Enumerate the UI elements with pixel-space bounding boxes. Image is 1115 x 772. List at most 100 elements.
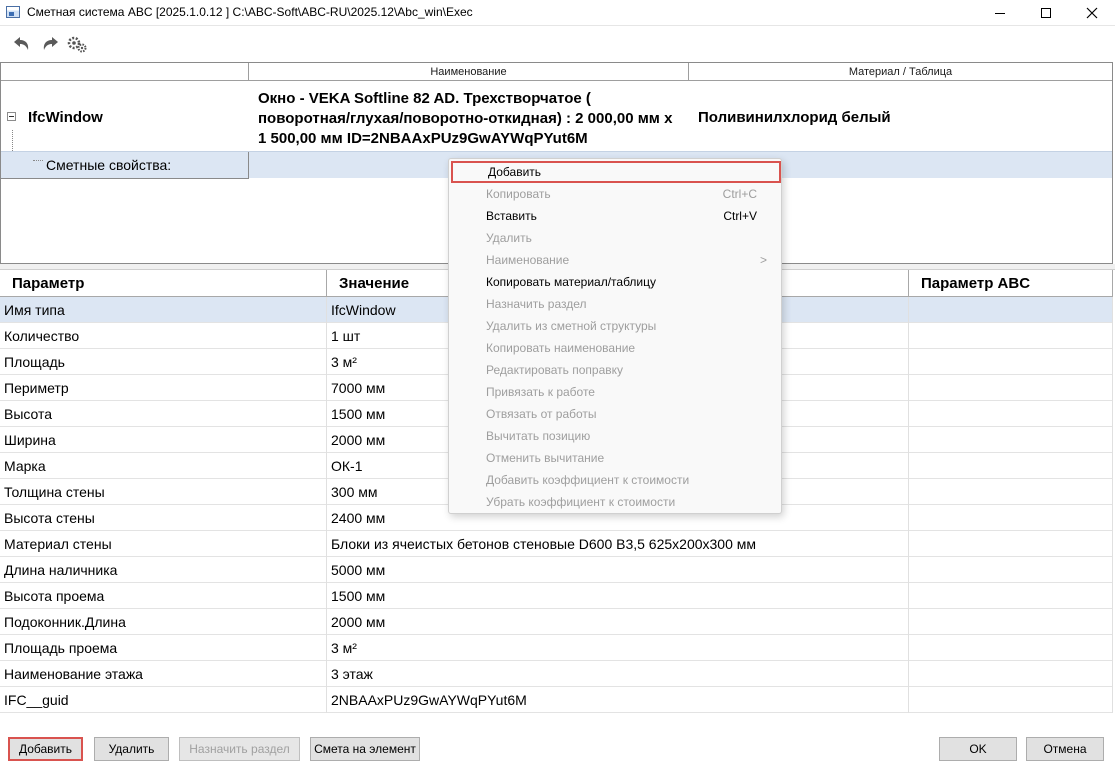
context-menu-item[interactable]: Вычитать позицию — [449, 425, 781, 447]
tree-child-label: Сметные свойства: — [46, 157, 172, 173]
undo-icon — [14, 37, 29, 50]
parameter-name-cell[interactable]: Площадь проема — [0, 635, 327, 661]
parameter-abc-cell[interactable] — [909, 661, 1113, 687]
ok-button[interactable]: OK — [939, 737, 1017, 761]
tree-cell: Сметные свойства: — [1, 152, 249, 179]
toolbar — [0, 27, 1115, 61]
parameter-name-cell[interactable]: Длина наличника — [0, 557, 327, 583]
parameter-abc-cell[interactable] — [909, 349, 1113, 375]
parameter-name-cell[interactable]: Материал стены — [0, 531, 327, 557]
parameter-name-cell[interactable]: Ширина — [0, 427, 327, 453]
parameter-abc-cell[interactable] — [909, 323, 1113, 349]
parameter-name-cell[interactable]: Имя типа — [0, 297, 327, 323]
context-menu-item[interactable]: Убрать коэффициент к стоимости — [449, 491, 781, 513]
parameter-abc-cell[interactable] — [909, 375, 1113, 401]
minimize-button[interactable] — [977, 0, 1023, 26]
parameter-name-cell[interactable]: Высота стены — [0, 505, 327, 531]
parameter-abc-cell[interactable] — [909, 453, 1113, 479]
parameter-abc-cell[interactable] — [909, 479, 1113, 505]
window-title: Сметная система ABC [2025.1.0.12 ] C:\AB… — [27, 5, 473, 19]
parameter-name-cell[interactable]: Наименование этажа — [0, 661, 327, 687]
parameter-name-cell[interactable]: Количество — [0, 323, 327, 349]
parameter-name-cell[interactable]: Толщина стены — [0, 479, 327, 505]
parameter-value-cell[interactable]: 3 м² — [327, 635, 909, 661]
context-menu-item-label: Копировать материал/таблицу — [486, 275, 656, 289]
close-icon — [1086, 7, 1098, 19]
context-menu-item[interactable]: Удалить из сметной структуры — [449, 315, 781, 337]
parameter-row[interactable]: Материал стены Блоки из ячеистых бетонов … — [0, 531, 1113, 557]
cancel-button[interactable]: Отмена — [1026, 737, 1104, 761]
context-menu-item[interactable]: Вставить Ctrl+V — [449, 205, 781, 227]
parameter-abc-cell[interactable] — [909, 505, 1113, 531]
context-menu-item[interactable]: Отменить вычитание — [449, 447, 781, 469]
context-menu-shortcut: Ctrl+C — [722, 187, 757, 201]
maximize-button[interactable] — [1023, 0, 1069, 26]
parameter-abc-cell[interactable] — [909, 557, 1113, 583]
add-button[interactable]: Добавить — [8, 737, 83, 761]
redo-button[interactable] — [40, 33, 62, 55]
context-menu-item[interactable]: Наименование > — [449, 249, 781, 271]
parameter-name-cell[interactable]: Подоконник.Длина — [0, 609, 327, 635]
parameter-row[interactable]: Площадь проема 3 м² — [0, 635, 1113, 661]
estimate-element-button[interactable]: Смета на элемент — [310, 737, 420, 761]
parameter-row[interactable]: Подоконник.Длина 2000 мм — [0, 609, 1113, 635]
context-menu-item[interactable]: Добавить — [451, 161, 781, 183]
minimize-icon — [995, 12, 1005, 14]
undo-button[interactable] — [10, 33, 32, 55]
parameter-name-cell[interactable]: Периметр — [0, 375, 327, 401]
parameter-value-cell[interactable]: 1500 мм — [327, 583, 909, 609]
parameter-abc-cell[interactable] — [909, 583, 1113, 609]
parameter-value-cell[interactable]: 2NBAAxPUz9GwAYWqPYut6M — [327, 687, 909, 713]
parameter-row[interactable]: IFC__guid 2NBAAxPUz9GwAYWqPYut6M — [0, 687, 1113, 713]
context-menu-item[interactable]: Добавить коэффициент к стоимости — [449, 469, 781, 491]
parameter-name-cell[interactable]: Площадь — [0, 349, 327, 375]
column-header-abc[interactable]: Параметр ABC — [909, 270, 1113, 297]
tree-header-material[interactable]: Материал / Таблица — [689, 63, 1112, 81]
parameter-abc-cell[interactable] — [909, 531, 1113, 557]
context-menu-item[interactable]: Копировать Ctrl+C — [449, 183, 781, 205]
delete-button[interactable]: Удалить — [94, 737, 169, 761]
parameter-abc-cell[interactable] — [909, 687, 1113, 713]
context-menu-shortcut: Ctrl+V — [723, 209, 757, 223]
parameter-abc-cell[interactable] — [909, 427, 1113, 453]
assign-section-button[interactable]: Назначить раздел — [179, 737, 300, 761]
app-icon — [6, 6, 20, 18]
context-menu-item-label: Копировать — [486, 187, 551, 201]
column-header-parameter[interactable]: Параметр — [0, 270, 327, 297]
parameter-value-cell[interactable]: Блоки из ячеистых бетонов стеновые D600 … — [327, 531, 909, 557]
parameter-abc-cell[interactable] — [909, 297, 1113, 323]
settings-button[interactable] — [66, 33, 88, 55]
parameter-row[interactable]: Наименование этажа 3 этаж — [0, 661, 1113, 687]
context-menu-item-label: Редактировать поправку — [486, 363, 624, 377]
context-menu-item-label: Убрать коэффициент к стоимости — [486, 495, 676, 509]
parameter-value-cell[interactable]: 3 этаж — [327, 661, 909, 687]
parameter-name-cell[interactable]: IFC__guid — [0, 687, 327, 713]
parameter-abc-cell[interactable] — [909, 401, 1113, 427]
context-menu-item[interactable]: Копировать материал/таблицу — [449, 271, 781, 293]
parameter-abc-cell[interactable] — [909, 609, 1113, 635]
parameter-name-cell[interactable]: Высота — [0, 401, 327, 427]
parameter-abc-cell[interactable] — [909, 635, 1113, 661]
context-menu-item[interactable]: Копировать наименование — [449, 337, 781, 359]
context-menu-item[interactable]: Редактировать поправку — [449, 359, 781, 381]
context-menu: Добавить Копировать Ctrl+C Вставить Ctrl+V Уд… — [448, 158, 782, 514]
context-menu-item[interactable]: Привязать к работе — [449, 381, 781, 403]
tree-header-blank — [1, 63, 249, 81]
parameter-value-cell[interactable]: 5000 мм — [327, 557, 909, 583]
context-menu-item-label: Копировать наименование — [486, 341, 636, 355]
tree-root-material: Поливинилхлорид белый — [698, 109, 891, 126]
tree-header-name[interactable]: Наименование — [249, 63, 689, 81]
context-menu-item-label: Отвязать от работы — [486, 407, 597, 421]
close-button[interactable] — [1069, 0, 1115, 26]
submenu-arrow-icon: > — [759, 253, 767, 267]
parameter-name-cell[interactable]: Марка — [0, 453, 327, 479]
collapse-toggle[interactable] — [7, 112, 16, 121]
parameter-name-cell[interactable]: Высота проема — [0, 583, 327, 609]
context-menu-item[interactable]: Назначить раздел — [449, 293, 781, 315]
parameter-value-cell[interactable]: 2000 мм — [327, 609, 909, 635]
tree-root-label[interactable]: IfcWindow — [28, 109, 103, 126]
parameter-row[interactable]: Длина наличника 5000 мм — [0, 557, 1113, 583]
context-menu-item[interactable]: Отвязать от работы — [449, 403, 781, 425]
parameter-row[interactable]: Высота проема 1500 мм — [0, 583, 1113, 609]
context-menu-item[interactable]: Удалить — [449, 227, 781, 249]
